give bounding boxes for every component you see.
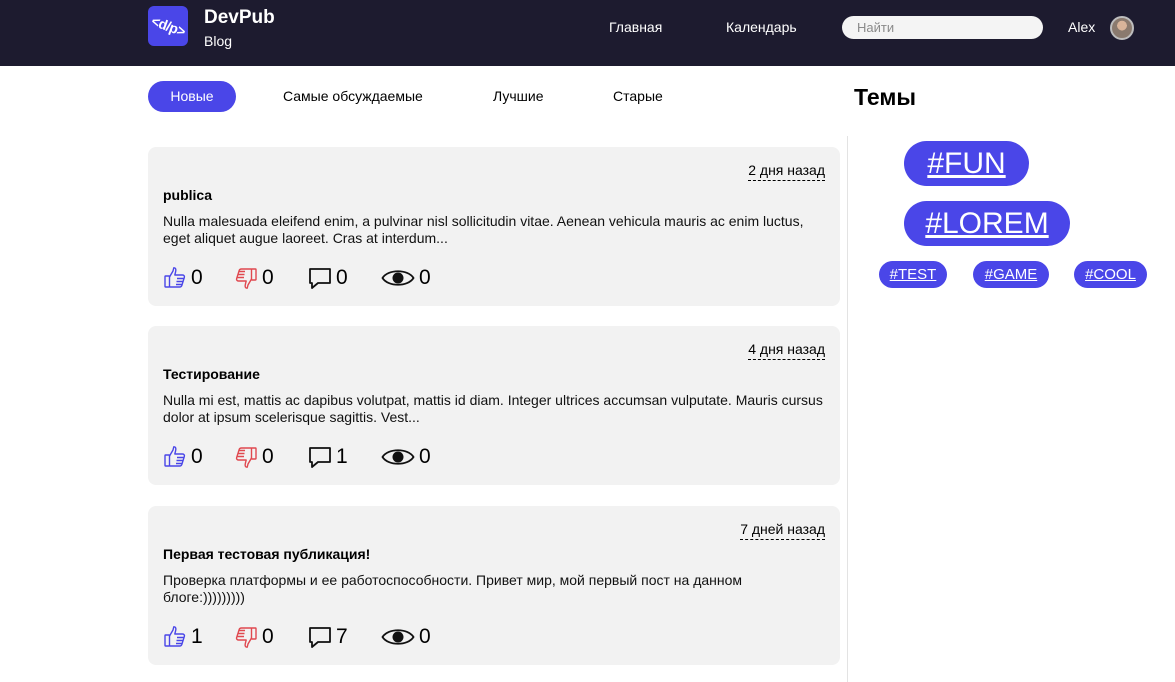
post-card[interactable]: 2 дня назад publica Nulla malesuada elei…	[148, 147, 840, 306]
search-input[interactable]	[842, 16, 1043, 39]
comment-count: 0	[336, 266, 348, 289]
tag-cool[interactable]: #COOL	[1074, 261, 1147, 288]
post-date[interactable]: 2 дня назад	[748, 162, 825, 181]
comments-button[interactable]: 7	[308, 624, 348, 650]
view-count: 0	[419, 625, 431, 648]
post-card[interactable]: 4 дня назад Тестирование Nulla mi est, m…	[148, 326, 840, 485]
top-bar: <d/p> DevPub Blog Главная Календарь Alex	[0, 0, 1175, 66]
comment-icon	[309, 627, 331, 648]
like-count: 1	[191, 625, 203, 648]
post-title[interactable]: Тестирование	[163, 366, 260, 382]
dislike-button[interactable]: 0	[234, 265, 274, 291]
comment-icon	[309, 268, 331, 289]
tab-new[interactable]: Новые	[148, 81, 236, 112]
user-name[interactable]: Alex	[1068, 19, 1095, 35]
comment-count: 7	[336, 625, 348, 648]
eye-icon	[381, 449, 415, 465]
thumbs-up-icon	[164, 446, 186, 467]
like-button[interactable]: 0	[163, 265, 203, 291]
comment-icon	[309, 447, 331, 468]
post-date[interactable]: 4 дня назад	[748, 341, 825, 360]
tag-lorem[interactable]: #LOREM	[904, 201, 1070, 246]
brand-subtitle: Blog	[204, 33, 233, 49]
tag-game[interactable]: #GAME	[973, 261, 1049, 288]
view-count: 0	[419, 445, 431, 468]
dislike-count: 0	[262, 625, 274, 648]
brand-name[interactable]: DevPub	[204, 7, 275, 29]
thumbs-up-icon	[164, 267, 186, 288]
tab-most-discussed[interactable]: Самые обсуждаемые	[283, 81, 423, 112]
logo-text: <d/p>	[148, 12, 188, 40]
thumbs-up-icon	[164, 626, 186, 647]
post-card[interactable]: 7 дней назад Первая тестовая публикация!…	[148, 506, 840, 665]
comments-button[interactable]: 0	[308, 265, 348, 291]
dislike-button[interactable]: 0	[234, 444, 274, 470]
tag-test[interactable]: #TEST	[879, 261, 947, 288]
thumbs-down-icon	[235, 627, 257, 648]
nav-calendar-link[interactable]: Календарь	[726, 19, 797, 35]
tab-best[interactable]: Лучшие	[493, 81, 543, 112]
dislike-count: 0	[262, 266, 274, 289]
logo-icon[interactable]: <d/p>	[148, 6, 188, 46]
thumbs-down-icon	[235, 268, 257, 289]
like-button[interactable]: 1	[163, 624, 203, 650]
topics-title: Темы	[854, 84, 917, 110]
like-button[interactable]: 0	[163, 444, 203, 470]
tag-fun[interactable]: #FUN	[904, 141, 1029, 186]
like-count: 0	[191, 445, 203, 468]
comments-button[interactable]: 1	[308, 444, 348, 470]
view-count: 0	[419, 266, 431, 289]
post-excerpt: Проверка платформы и ее работоспособност…	[163, 572, 743, 605]
thumbs-down-icon	[235, 447, 257, 468]
post-excerpt: Nulla malesuada eleifend enim, a pulvina…	[163, 213, 804, 246]
post-excerpt: Nulla mi est, mattis ac dapibus volutpat…	[163, 392, 823, 425]
nav-home-link[interactable]: Главная	[609, 19, 662, 35]
post-title[interactable]: publica	[163, 187, 212, 203]
dislike-button[interactable]: 0	[234, 624, 274, 650]
post-title[interactable]: Первая тестовая публикация!	[163, 546, 370, 562]
tab-old[interactable]: Старые	[613, 81, 663, 112]
views-indicator: 0	[381, 265, 431, 291]
views-indicator: 0	[381, 444, 431, 470]
avatar[interactable]	[1110, 16, 1134, 40]
eye-icon	[381, 270, 415, 286]
like-count: 0	[191, 266, 203, 289]
post-date[interactable]: 7 дней назад	[740, 521, 825, 540]
eye-icon	[381, 629, 415, 645]
comment-count: 1	[336, 445, 348, 468]
column-divider	[847, 136, 848, 682]
views-indicator: 0	[381, 624, 431, 650]
dislike-count: 0	[262, 445, 274, 468]
